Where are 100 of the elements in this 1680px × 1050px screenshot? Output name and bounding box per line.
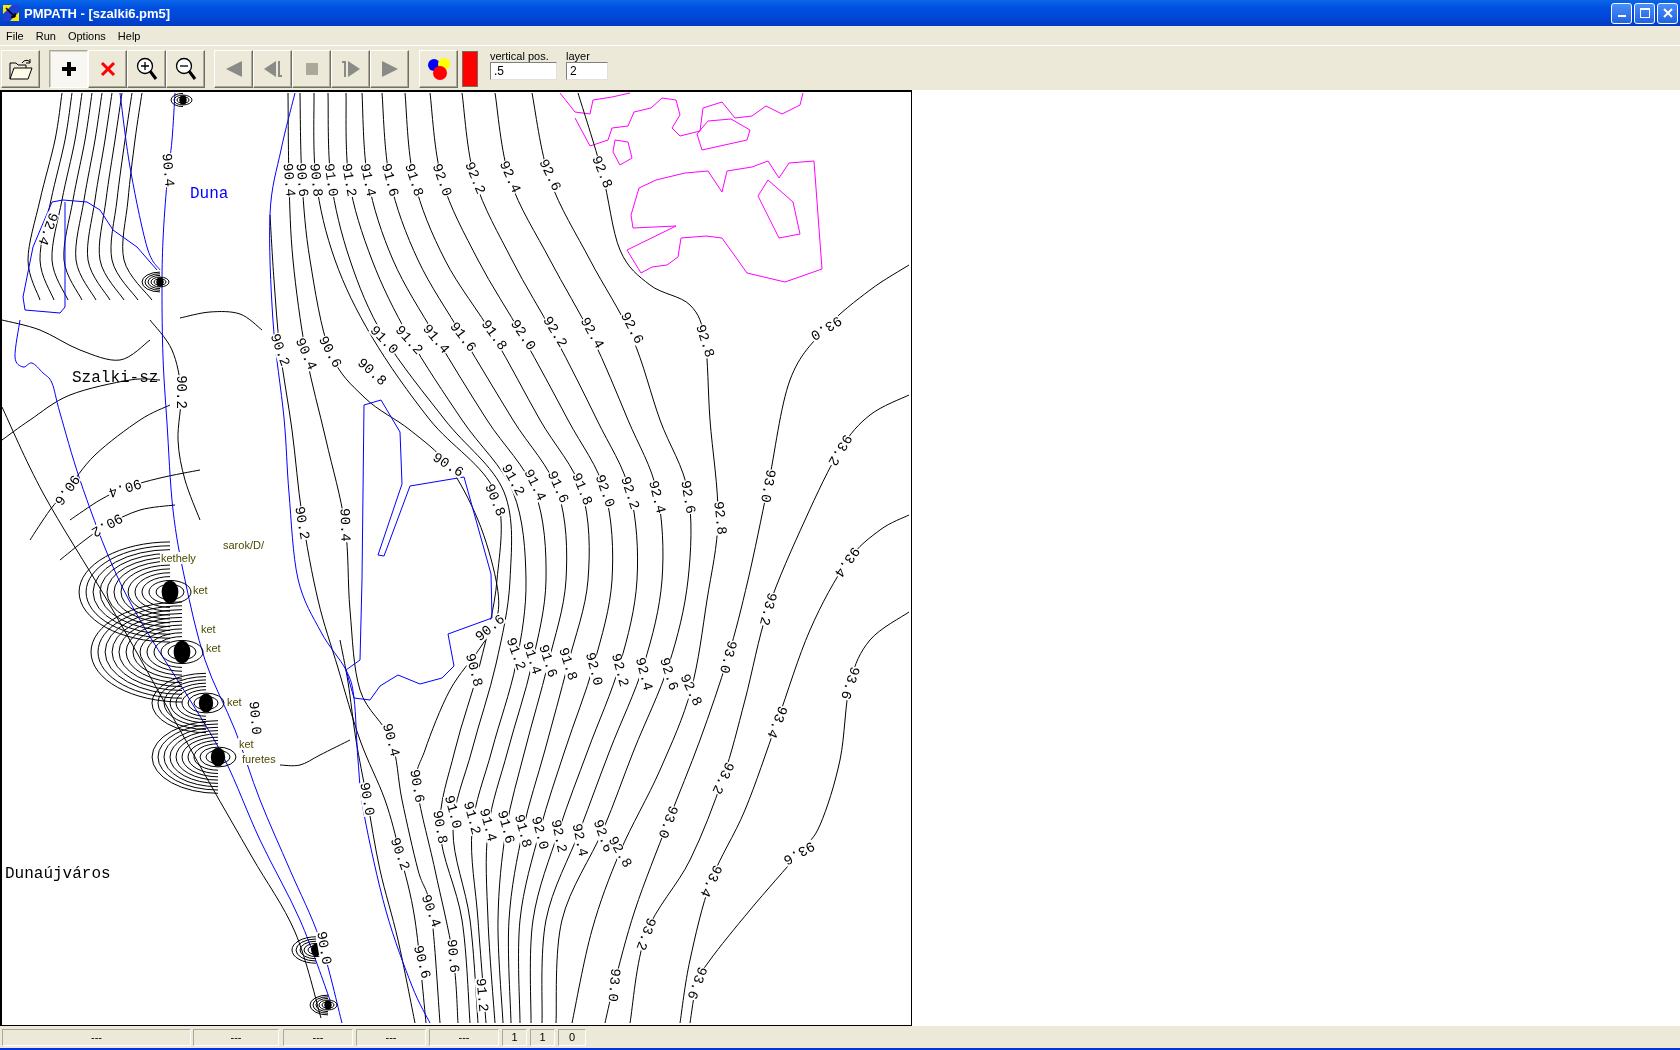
contour-label: 93.2 — [710, 760, 736, 796]
contour-label: 90.6 — [408, 768, 426, 804]
step-forward-button[interactable] — [331, 50, 370, 88]
plus-icon — [61, 62, 76, 76]
contour-label: 90.4 — [107, 477, 143, 499]
contour-label: 92.8 — [590, 154, 614, 190]
zoom-in-icon — [135, 57, 158, 81]
colors-button[interactable] — [419, 50, 458, 88]
contour-label: 90.4 — [293, 336, 319, 372]
menu-item[interactable]: Run — [29, 28, 62, 43]
step-forward-icon — [341, 61, 360, 77]
vertical-position-field[interactable]: .5 — [490, 62, 557, 80]
stop-button[interactable] — [292, 50, 331, 88]
contour-label: 92.4 — [36, 211, 60, 247]
contour-label: 90.2 — [388, 836, 412, 872]
status-panel: 1 — [530, 1028, 555, 1046]
rewind-button[interactable] — [214, 50, 253, 88]
place-label: Dunaújváros — [5, 866, 111, 882]
contour-label: 91.2 — [340, 162, 358, 198]
close-button[interactable] — [1657, 2, 1678, 24]
contour-label: 92.0 — [430, 162, 454, 198]
contour-label: 91.2 — [474, 977, 490, 1013]
zoom-in-button[interactable] — [127, 50, 166, 88]
contour-label: 93.6 — [839, 665, 861, 701]
well-label: ket — [205, 642, 222, 654]
zoom-out-icon — [174, 57, 197, 81]
menu-item[interactable]: Options — [61, 28, 112, 43]
contour-label: 91.4 — [358, 162, 378, 198]
contour-label: 92.8 — [712, 500, 728, 536]
well-cone-drawing — [309, 994, 338, 1016]
place-label: Duna — [190, 186, 229, 202]
status-panel: --- — [193, 1028, 279, 1046]
contour-label: 92.2 — [619, 475, 641, 511]
status-panel: --- — [283, 1028, 353, 1046]
well-label: ket — [200, 623, 217, 635]
add-button[interactable] — [49, 50, 88, 88]
contour-label: 93.0 — [717, 639, 739, 675]
stop-icon — [305, 63, 318, 75]
contour-label: 91.8 — [403, 162, 425, 198]
contour-label: 93.4 — [698, 863, 724, 899]
contour-label: 93.0 — [808, 314, 844, 342]
maximize-button[interactable] — [1634, 2, 1655, 24]
colored-circles-icon — [426, 57, 451, 81]
status-panel: --- — [2, 1028, 191, 1046]
contour-label: 90.0 — [247, 700, 263, 736]
close-icon — [1662, 8, 1673, 18]
contour-label: 90.0 — [315, 930, 333, 966]
step-back-icon — [263, 61, 282, 77]
status-panel: --- — [429, 1028, 499, 1046]
contour-label: 90.2 — [175, 375, 187, 409]
contour-label: 93.0 — [656, 804, 680, 840]
contour-label: 93.6 — [781, 839, 817, 867]
contour-label: 90.8 — [463, 652, 485, 688]
contour-label: 92.8 — [694, 323, 716, 359]
contour-label: 93.2 — [757, 591, 779, 627]
play-button[interactable] — [370, 50, 409, 88]
folder-icon — [8, 58, 33, 80]
menu-item[interactable]: Help — [111, 28, 147, 43]
contour-label: 90.8 — [308, 162, 324, 198]
zoom-out-button[interactable] — [166, 50, 205, 88]
contour-label: 92.6 — [618, 310, 646, 346]
contour-label: 92.0 — [593, 473, 617, 509]
contour-label: 90.4 — [281, 162, 297, 198]
open-button[interactable] — [1, 50, 40, 88]
well-cone-drawing — [141, 271, 170, 293]
contour-label: 92.2 — [609, 652, 631, 688]
maximize-icon — [1639, 8, 1650, 18]
contour-label: 90.2 — [89, 511, 125, 539]
contour-label: 93.4 — [765, 704, 789, 740]
contour-label: 93.2 — [634, 916, 658, 952]
contour-label: 91.0 — [322, 162, 340, 198]
contour-label: 92.2 — [463, 160, 487, 196]
well-label: furetes — [241, 753, 277, 765]
well-label: ket — [192, 584, 209, 596]
menu-item[interactable]: File — [0, 28, 30, 43]
status-panel: 0 — [558, 1028, 586, 1046]
status-panel: --- — [356, 1028, 426, 1046]
layer-field[interactable]: 2 — [566, 62, 608, 80]
contour-label: 90.4 — [160, 152, 176, 188]
step-back-button[interactable] — [253, 50, 292, 88]
well-label: kethely — [160, 552, 197, 564]
contour-label: 90.4 — [380, 722, 402, 758]
contour-label: 92.2 — [549, 818, 569, 854]
well-label: ket — [226, 696, 243, 708]
cross-icon — [99, 61, 116, 77]
field-label: layer — [566, 50, 591, 62]
contour-label: 93.0 — [759, 468, 777, 504]
place-label: Szalki-sz — [72, 370, 159, 386]
contour-label: 91.8 — [570, 471, 594, 507]
contour-label: 93.6 — [685, 965, 709, 1001]
contour-label: 92.6 — [537, 157, 563, 193]
contour-label: 90.6 — [445, 938, 461, 974]
minimize-button[interactable] — [1611, 2, 1632, 24]
delete-button[interactable] — [88, 50, 127, 88]
contour-label: 92.6 — [658, 656, 680, 692]
contour-label: 90.2 — [268, 332, 292, 368]
contour-label: 92.4 — [497, 159, 523, 195]
contour-label: 92.0 — [583, 651, 605, 687]
contour-label: 93.0 — [606, 967, 622, 1003]
field-label: vertical pos. — [490, 50, 550, 62]
